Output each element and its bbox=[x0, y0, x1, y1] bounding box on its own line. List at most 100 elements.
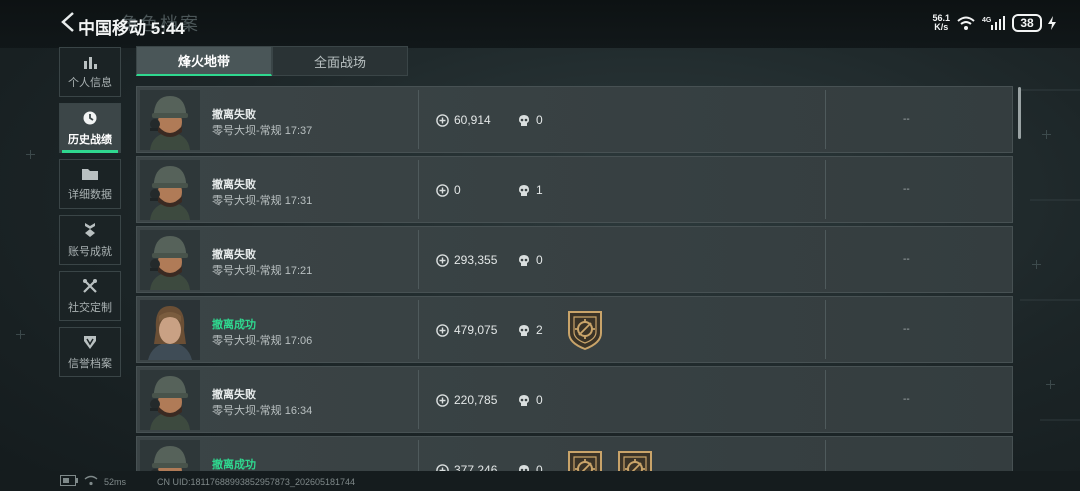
helmet-soldier-avatar-icon bbox=[140, 440, 200, 471]
side-item-personal-info[interactable]: 个人信息 bbox=[59, 47, 121, 97]
side-item-detailed-data[interactable]: 详细数据 bbox=[59, 159, 121, 209]
column-divider bbox=[418, 230, 419, 289]
column-divider bbox=[418, 370, 419, 429]
side-item-label: 历史战绩 bbox=[68, 133, 112, 146]
helmet-soldier-avatar-icon bbox=[140, 160, 200, 220]
money-value: 293,355 bbox=[436, 253, 497, 267]
extraction-status: 撤离成功 bbox=[212, 319, 256, 331]
skull-icon bbox=[519, 114, 529, 126]
extraction-status: 撤离失败 bbox=[212, 109, 256, 121]
side-item-achievements[interactable]: 账号成就 bbox=[59, 215, 121, 265]
medal-icon bbox=[85, 222, 95, 237]
map-and-time: 零号大坝-常规 16:34 bbox=[212, 405, 313, 417]
skull-icon bbox=[519, 394, 529, 406]
kill-count: 0 bbox=[518, 463, 543, 471]
side-item-label: 社交定制 bbox=[68, 301, 112, 314]
column-divider bbox=[825, 230, 826, 289]
side-item-label: 个人信息 bbox=[68, 76, 112, 89]
wifi-small-icon bbox=[84, 475, 98, 486]
tab-full-battlefield[interactable]: 全面战场 bbox=[272, 46, 408, 76]
kill-count: 0 bbox=[518, 253, 543, 267]
net-speed: 56.1 K/s bbox=[932, 13, 950, 32]
money-value: 60,914 bbox=[436, 113, 491, 127]
extraction-status: 撤离失败 bbox=[212, 389, 256, 401]
column-divider bbox=[418, 90, 419, 149]
battery-small-icon bbox=[60, 475, 78, 486]
match-record-row[interactable]: 撤离失败 零号大坝-常规 17:21 293,355 0 -- bbox=[136, 226, 1013, 293]
clock-icon bbox=[83, 111, 97, 124]
kill-number: 1 bbox=[536, 183, 543, 197]
operator-avatar bbox=[140, 300, 200, 360]
ping-value: 52ms bbox=[104, 477, 127, 487]
kill-count: 0 bbox=[518, 393, 543, 407]
match-record-row[interactable]: 撤离成功 零号大坝-常规 17:06 479,075 2 -- bbox=[136, 296, 1013, 363]
scrollbar[interactable] bbox=[1018, 87, 1021, 139]
map-and-time: 零号大坝-常规 17:06 bbox=[212, 335, 313, 347]
coin-icon bbox=[436, 463, 449, 471]
match-history-list: 撤离失败 零号大坝-常规 17:37 60,914 0 -- 撤离失败 零号大坝… bbox=[136, 86, 1013, 471]
tab-hazard-zone[interactable]: 烽火地带 bbox=[136, 46, 272, 76]
column-divider bbox=[825, 370, 826, 429]
carrier-time: 中国移动 5:44 bbox=[78, 19, 185, 38]
system-indicators: 56.1 K/s 4G 38 bbox=[932, 14, 1056, 32]
footer-bar: 52ms CN UID:18117688993852957873_2026051… bbox=[0, 471, 1080, 491]
operator-avatar bbox=[140, 230, 200, 290]
operator-avatar bbox=[140, 370, 200, 430]
skull-icon bbox=[519, 254, 529, 266]
match-record-row[interactable]: 撤离失败 零号大坝-常规 17:31 0 1 -- bbox=[136, 156, 1013, 223]
extraction-status: 撤离失败 bbox=[212, 249, 256, 261]
kill-number: 0 bbox=[536, 393, 543, 407]
column-divider bbox=[418, 440, 419, 471]
match-record-row[interactable]: 撤离成功 377,246 0 bbox=[136, 436, 1013, 471]
helmet-soldier-avatar-icon bbox=[140, 90, 200, 150]
helmet-soldier-avatar-icon bbox=[140, 230, 200, 290]
extra-stat: -- bbox=[903, 254, 910, 265]
extraction-status: 撤离成功 bbox=[212, 459, 256, 471]
achievement-badge-icon bbox=[568, 451, 602, 471]
money-amount: 0 bbox=[454, 183, 461, 197]
achievement-badge-icon bbox=[618, 451, 652, 471]
battery-level: 38 bbox=[1012, 14, 1042, 32]
side-item-history[interactable]: 历史战绩 bbox=[59, 103, 121, 153]
extra-stat: -- bbox=[903, 394, 910, 405]
side-item-label: 账号成就 bbox=[68, 245, 112, 258]
kill-number: 0 bbox=[536, 253, 543, 267]
svg-text:4G: 4G bbox=[982, 17, 992, 24]
extraction-status: 撤离失败 bbox=[212, 179, 256, 191]
match-record-row[interactable]: 撤离失败 零号大坝-常规 16:34 220,785 0 -- bbox=[136, 366, 1013, 433]
money-amount: 60,914 bbox=[454, 113, 491, 127]
back-arrow-icon[interactable] bbox=[58, 10, 80, 34]
side-item-social[interactable]: 社交定制 bbox=[59, 271, 121, 321]
bar-chart-icon bbox=[84, 56, 97, 69]
map-and-time: 零号大坝-常规 17:37 bbox=[212, 125, 313, 137]
folder-icon bbox=[82, 168, 98, 180]
match-record-row[interactable]: 撤离失败 零号大坝-常规 17:37 60,914 0 -- bbox=[136, 86, 1013, 153]
helmet-soldier-avatar-icon bbox=[140, 370, 200, 430]
map-and-time: 零号大坝-常规 17:21 bbox=[212, 265, 313, 277]
side-menu: 个人信息 历史战绩 详细数据 账号成就 社交定制 信誉档案 bbox=[59, 47, 122, 383]
column-divider bbox=[825, 300, 826, 359]
operator-avatar bbox=[140, 440, 200, 471]
mode-tabs: 烽火地带 全面战场 bbox=[136, 46, 408, 76]
kill-number: 0 bbox=[536, 113, 543, 127]
coin-icon bbox=[436, 253, 449, 267]
wifi-icon bbox=[957, 16, 975, 30]
money-value: 479,075 bbox=[436, 323, 497, 337]
column-divider bbox=[418, 160, 419, 219]
extra-stat: -- bbox=[903, 324, 910, 335]
money-amount: 220,785 bbox=[454, 393, 498, 407]
column-divider bbox=[825, 160, 826, 219]
extra-stat: -- bbox=[903, 114, 910, 125]
skull-icon bbox=[519, 184, 529, 196]
column-divider bbox=[825, 440, 826, 471]
operator-avatar bbox=[140, 90, 200, 150]
charging-icon bbox=[1048, 16, 1056, 30]
coin-icon bbox=[436, 113, 449, 127]
skull-icon bbox=[519, 324, 529, 336]
money-value: 0 bbox=[436, 183, 461, 197]
player-uid: CN UID:18117688993852957873_202605181744 bbox=[157, 477, 356, 487]
money-value: 377,246 bbox=[436, 463, 497, 471]
cellular-signal-icon: 4G bbox=[982, 16, 1005, 30]
achievement-badge-icon bbox=[568, 311, 602, 351]
side-item-credit[interactable]: 信誉档案 bbox=[59, 327, 121, 377]
